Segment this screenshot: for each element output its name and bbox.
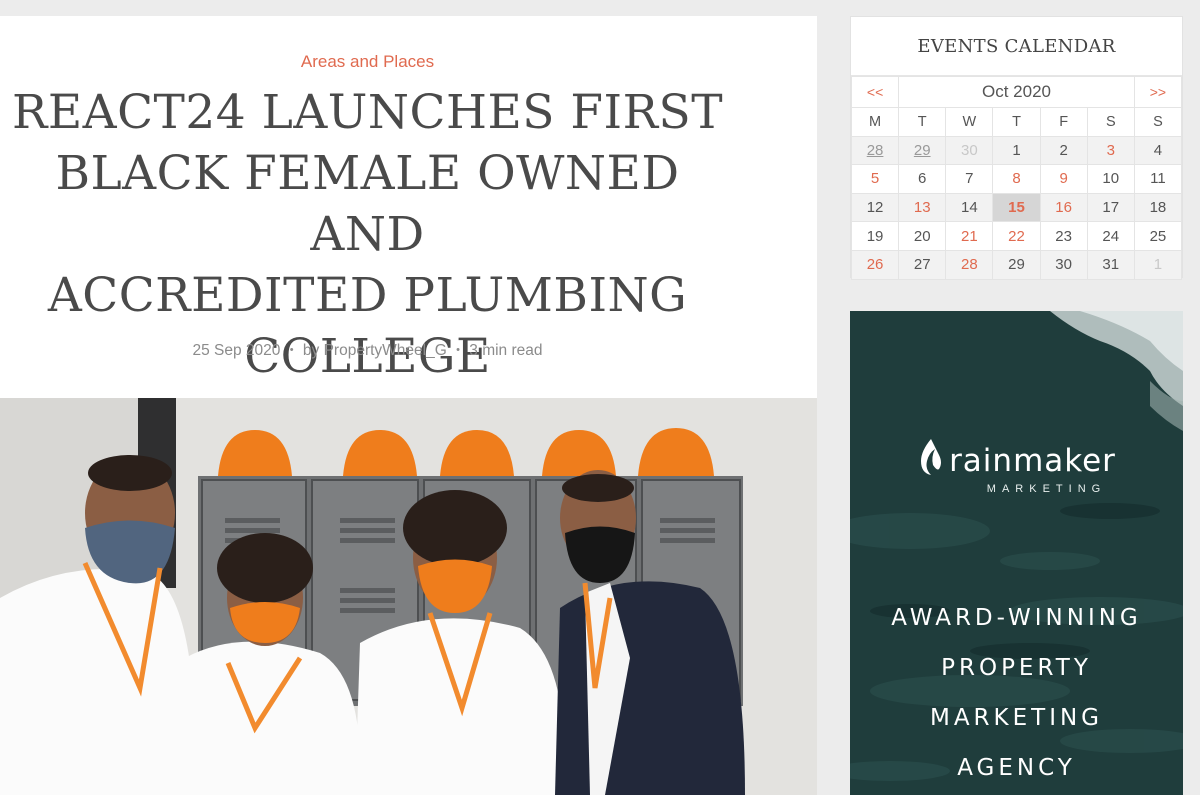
- featured-photo-illustration: [0, 398, 817, 795]
- title-line-3[interactable]: ACCREDITED PLUMBING: [48, 268, 687, 323]
- calendar-day: 12: [850, 192, 900, 223]
- category-link[interactable]: Areas and Places: [0, 52, 735, 72]
- calendar-day-event[interactable]: 5: [850, 164, 900, 194]
- title-line-2[interactable]: BLACK FEMALE OWNED AND: [55, 146, 679, 262]
- article-header: Areas and Places REACT24 LAUNCHES FIRST …: [0, 16, 817, 398]
- featured-image[interactable]: [0, 398, 817, 795]
- calendar-day: 14: [945, 192, 994, 223]
- author-link[interactable]: by PropertyWheel_G: [303, 342, 447, 359]
- tagline-line: AGENCY: [957, 755, 1076, 781]
- calendar-day-prev-month[interactable]: 28: [850, 135, 900, 166]
- calendar-day: 20: [898, 221, 947, 251]
- weekday-label: S: [1133, 107, 1183, 137]
- rainmaker-logo: rainmaker MARKETING: [850, 439, 1183, 495]
- weekday-label: T: [992, 107, 1041, 137]
- calendar-day: 27: [898, 249, 947, 280]
- calendar-day: 10: [1086, 164, 1135, 194]
- calendar-day: 17: [1086, 192, 1135, 223]
- weekday-label: T: [898, 107, 947, 137]
- calendar-day-event[interactable]: 8: [992, 164, 1041, 194]
- calendar-day-next-month: 1: [1133, 249, 1183, 280]
- ad-tagline: AWARD-WINNING PROPERTY MARKETING AGENCY: [850, 593, 1183, 793]
- weekday-label: W: [945, 107, 994, 137]
- calendar-day-event[interactable]: 3: [1086, 135, 1135, 166]
- calendar-day: 23: [1039, 221, 1088, 251]
- events-calendar: EVENTS CALENDAR << Oct 2020 >> M T W T F…: [850, 16, 1183, 280]
- tagline-line: MARKETING: [929, 705, 1104, 731]
- title-line-1[interactable]: REACT24 LAUNCHES FIRST: [12, 85, 723, 140]
- calendar-day-event[interactable]: 21: [945, 221, 994, 251]
- calendar-next-button[interactable]: >>: [1133, 76, 1183, 108]
- calendar-day-event[interactable]: 16: [1039, 192, 1088, 223]
- calendar-day-event[interactable]: 9: [1039, 164, 1088, 194]
- meta-separator: •: [456, 344, 460, 356]
- weekday-label: F: [1039, 107, 1088, 137]
- calendar-day-event[interactable]: 13: [898, 192, 947, 223]
- calendar-day: 31: [1086, 249, 1135, 280]
- calendar-day-event[interactable]: 22: [992, 221, 1041, 251]
- calendar-day: 6: [898, 164, 947, 194]
- weekday-label: S: [1086, 107, 1135, 137]
- calendar-day: 4: [1133, 135, 1183, 166]
- rainmaker-advert[interactable]: rainmaker MARKETING AWARD-WINNING PROPER…: [850, 311, 1183, 795]
- calendar-day: 25: [1133, 221, 1183, 251]
- calendar-prev-button[interactable]: <<: [850, 76, 900, 108]
- calendar-day-today[interactable]: 15: [992, 192, 1041, 223]
- tagline-line: AWARD-WINNING: [891, 605, 1142, 631]
- calendar-day: 1: [992, 135, 1041, 166]
- calendar-grid: << Oct 2020 >> M T W T F S S 28 29 30 1 …: [850, 76, 1183, 280]
- brand-subtitle: MARKETING: [986, 483, 1107, 495]
- calendar-day-event[interactable]: 28: [945, 249, 994, 280]
- post-date: 25 Sep 2020: [192, 342, 281, 359]
- calendar-day: 2: [1039, 135, 1088, 166]
- calendar-day: 19: [850, 221, 900, 251]
- calendar-day: 18: [1133, 192, 1183, 223]
- weekday-label: M: [850, 107, 900, 137]
- calendar-day: 24: [1086, 221, 1135, 251]
- read-time: 3 min read: [469, 342, 543, 359]
- article-meta: 25 Sep 2020 • by PropertyWheel_G • 3 min…: [0, 342, 735, 360]
- calendar-month-label: Oct 2020: [898, 76, 1135, 108]
- calendar-day: 29: [992, 249, 1041, 280]
- flame-icon: [917, 439, 943, 483]
- calendar-day: 11: [1133, 164, 1183, 194]
- meta-separator: •: [289, 344, 294, 356]
- calendar-title: EVENTS CALENDAR: [851, 17, 1182, 76]
- tagline-line: PROPERTY: [941, 655, 1092, 681]
- calendar-day: 7: [945, 164, 994, 194]
- calendar-day: 30: [1039, 249, 1088, 280]
- calendar-day-prev-month[interactable]: 29: [898, 135, 947, 166]
- brand-name: rainmaker: [949, 443, 1116, 479]
- calendar-day-prev-month: 30: [945, 135, 994, 166]
- calendar-day-event[interactable]: 26: [850, 249, 900, 280]
